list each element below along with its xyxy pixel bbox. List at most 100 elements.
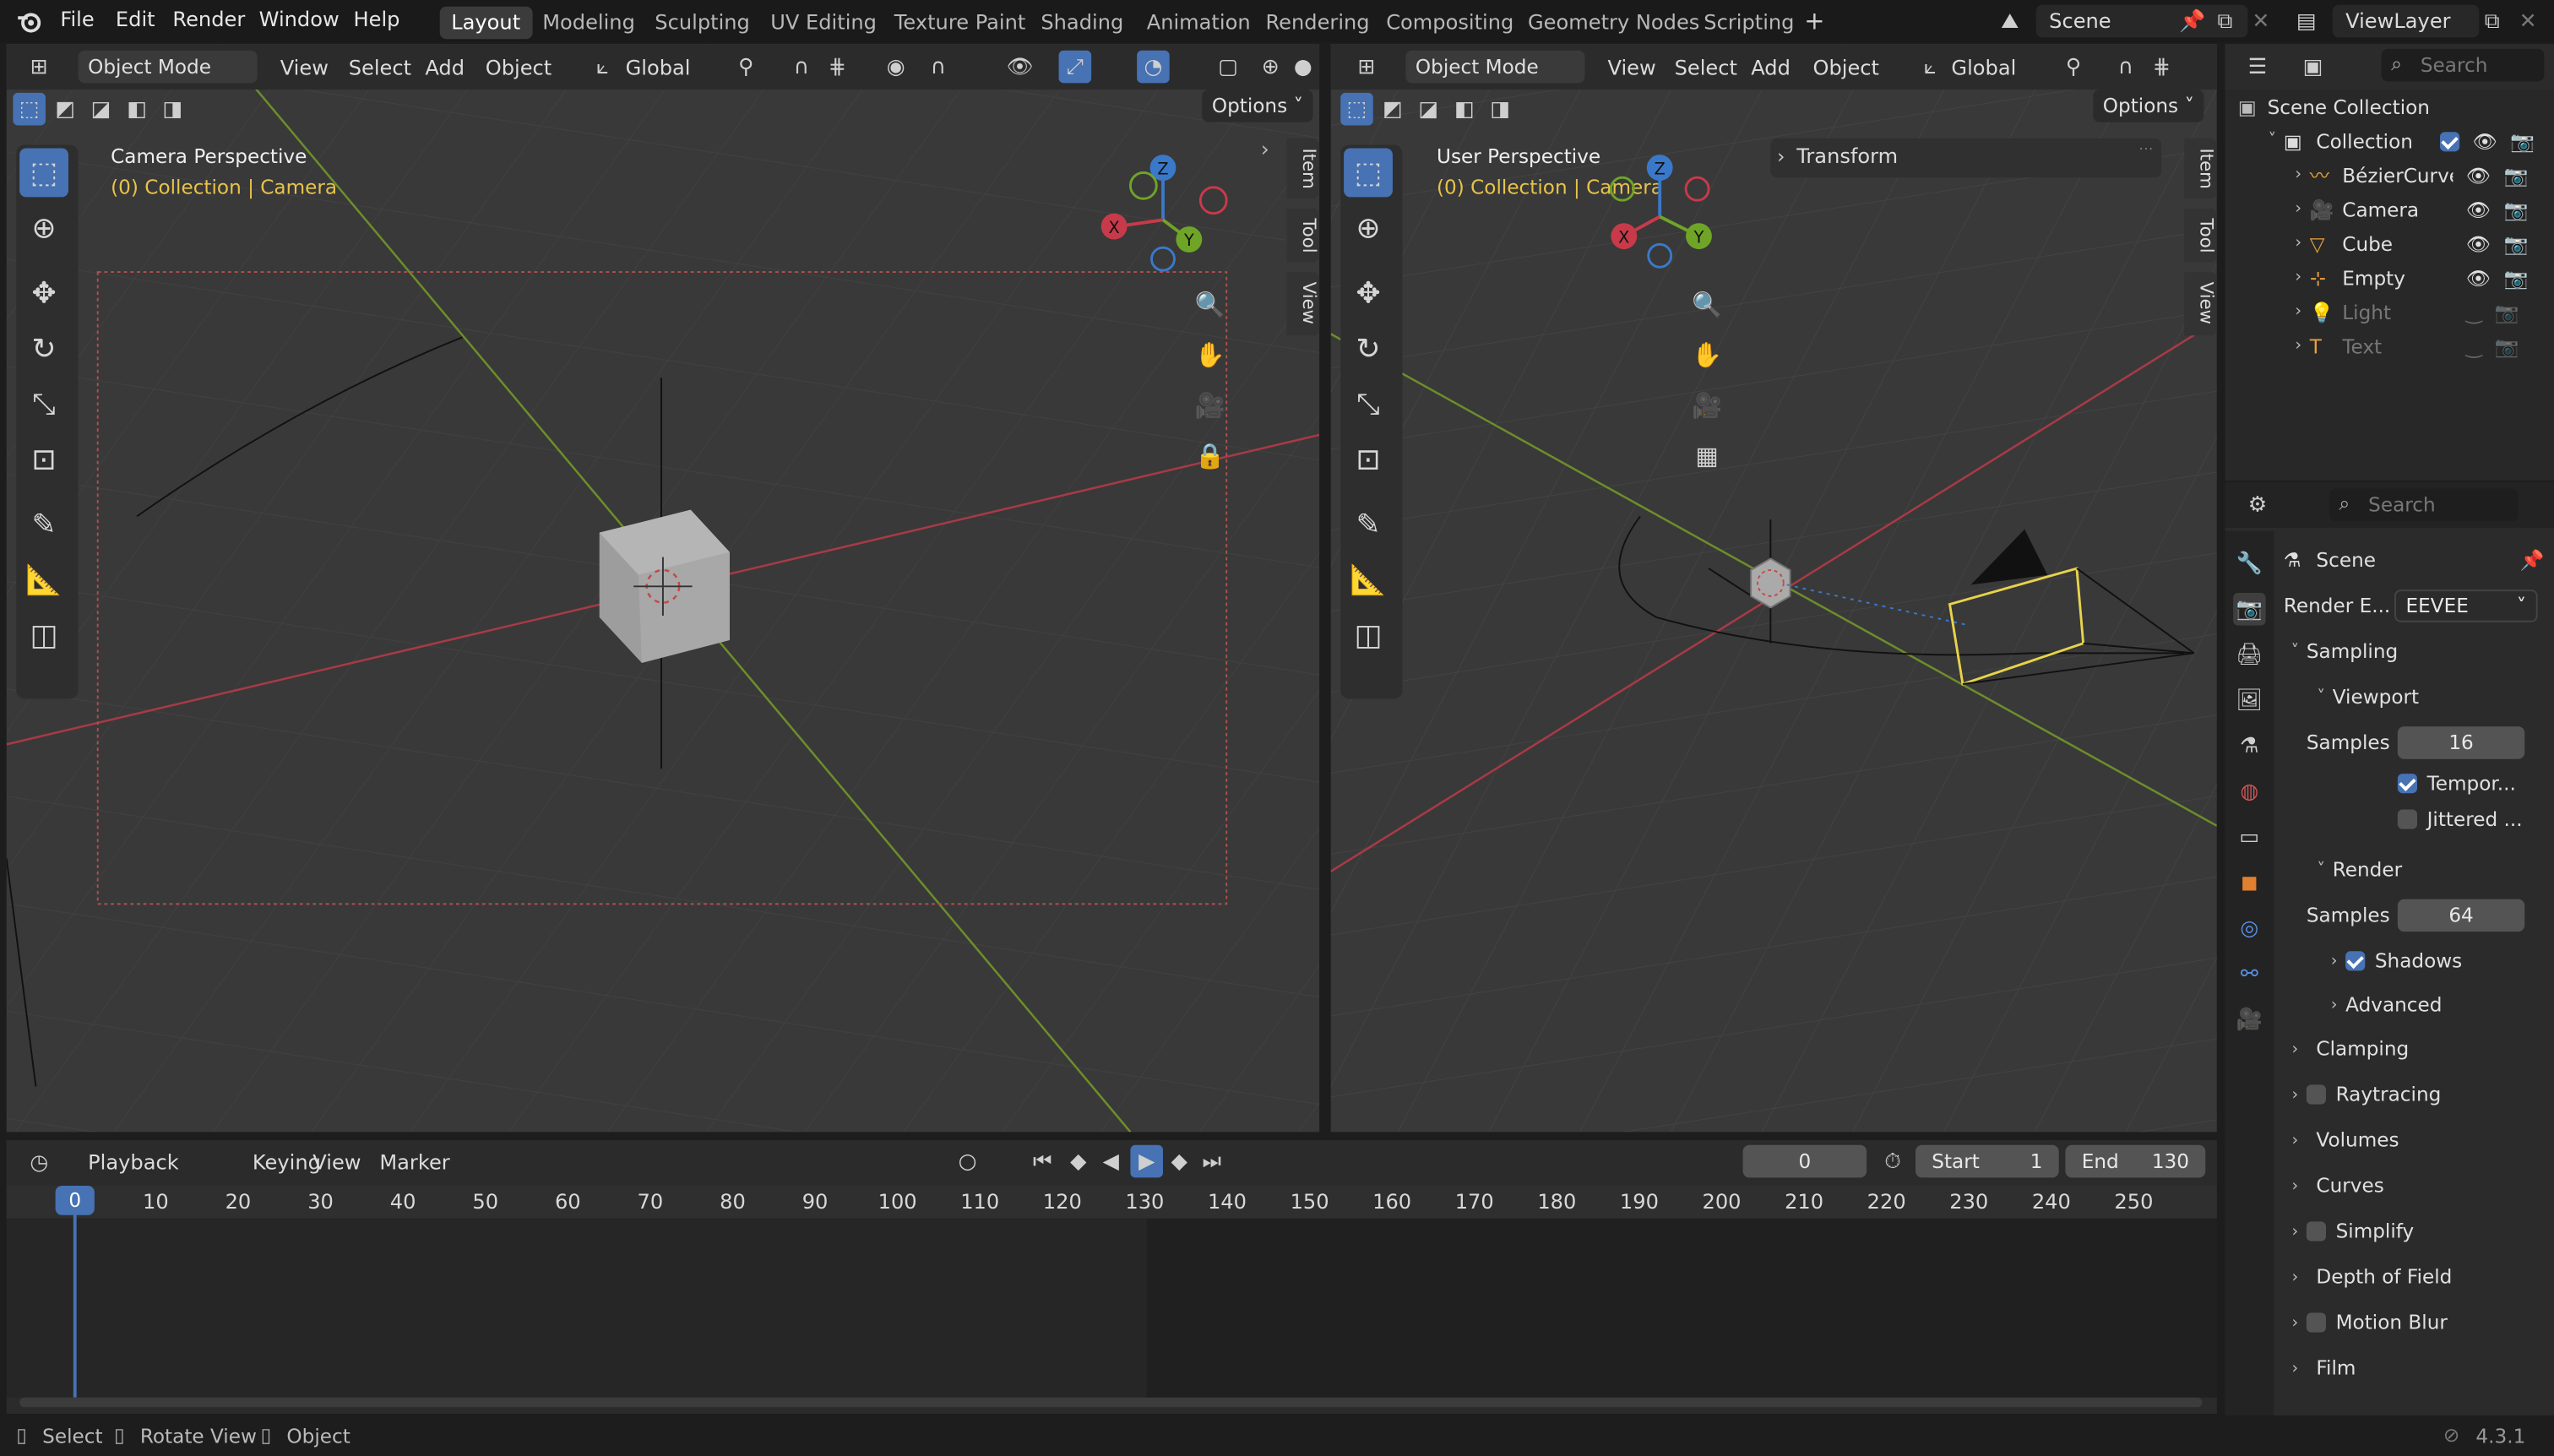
advanced-subsection[interactable]: › Advanced xyxy=(2284,984,2545,1026)
sidebar-expand-icon[interactable]: › xyxy=(1261,139,1269,163)
output-tab-icon[interactable]: 🖨 xyxy=(2233,638,2266,671)
chevron-right-icon[interactable]: › xyxy=(2287,303,2310,321)
menu-help[interactable]: Help xyxy=(353,7,399,31)
viewlayer-icon[interactable]: ▤ xyxy=(2290,5,2323,38)
collection-tab-icon[interactable]: ▭ xyxy=(2233,821,2266,854)
cursor-tool-icon[interactable]: ⊕ xyxy=(1340,200,1396,256)
select-menu[interactable]: Select xyxy=(349,56,411,80)
tab-view[interactable]: View xyxy=(1286,272,1320,335)
drag-handle-icon[interactable]: ⋯ xyxy=(2138,142,2153,158)
editor-type-icon[interactable]: ☰ xyxy=(2242,51,2274,84)
render-engine-dropdown[interactable]: EEVEE ˅ xyxy=(2394,589,2538,622)
measure-tool-icon[interactable]: 📐 xyxy=(1340,552,1396,608)
tab-layout[interactable]: Layout xyxy=(439,6,532,40)
section-clamping[interactable]: › Clamping xyxy=(2284,1026,2545,1072)
tab-modeling[interactable]: Modeling xyxy=(531,7,647,40)
tab-animation[interactable]: Animation xyxy=(1135,7,1262,40)
section-curves[interactable]: › Curves xyxy=(2284,1163,2545,1209)
perspective-grid-icon[interactable]: ▦ xyxy=(1687,437,1726,475)
tree-row-object[interactable]: › ⊹ Empty 👁 📷 xyxy=(2238,261,2554,295)
tab-uv-editing[interactable]: UV Editing xyxy=(759,7,888,40)
pin-icon[interactable]: 📌 xyxy=(2520,549,2545,572)
object-menu[interactable]: Object xyxy=(486,56,552,80)
section-checkbox[interactable] xyxy=(2306,1084,2326,1105)
move-tool-icon[interactable]: ✥ xyxy=(1340,265,1396,321)
chevron-right-icon[interactable]: › xyxy=(2287,235,2310,253)
viewport-subsection[interactable]: ˅ Viewport xyxy=(2284,674,2545,720)
snap-icon[interactable]: ∩ xyxy=(785,51,818,84)
tab-rendering[interactable]: Rendering xyxy=(1254,7,1381,40)
options-dropdown[interactable]: Options ˅ xyxy=(1202,90,1313,122)
playback-menu[interactable]: Playback xyxy=(88,1150,179,1175)
menu-file[interactable]: File xyxy=(60,7,94,31)
view-menu[interactable]: View xyxy=(280,56,329,80)
select-intersect-icon[interactable]: ◨ xyxy=(156,93,189,126)
tool-tab-icon[interactable]: 🔧 xyxy=(2233,547,2266,580)
cursor-tool-icon[interactable]: ⊕ xyxy=(16,200,72,256)
tree-row-object[interactable]: › T Text ‿ 📷 xyxy=(2238,329,2554,363)
tree-row-scene-collection[interactable]: ▣ Scene Collection xyxy=(2238,90,2554,123)
eye-icon[interactable]: 👁 xyxy=(2466,232,2491,255)
jump-end-icon[interactable]: ⏭ xyxy=(1196,1145,1229,1178)
stopwatch-icon[interactable]: ⏱ xyxy=(1877,1145,1910,1178)
viewport-samples-field[interactable]: 16 xyxy=(2397,726,2525,759)
collection-checkbox[interactable] xyxy=(2439,131,2460,151)
view-menu[interactable]: View xyxy=(312,1150,361,1175)
menu-render[interactable]: Render xyxy=(172,7,245,31)
display-mode-icon[interactable]: ▣ xyxy=(2296,51,2329,84)
viewport-left[interactable]: ⊞ Object Mode View Select Add Object ⟀ G… xyxy=(6,44,1320,1133)
camera-render-icon[interactable]: 📷 xyxy=(2510,129,2535,152)
add-cube-tool-icon[interactable]: ◫ xyxy=(1340,607,1396,663)
delete-scene-icon[interactable]: ✕ xyxy=(2245,5,2278,38)
add-menu[interactable]: Add xyxy=(1751,56,1791,80)
viewlayer-selector[interactable]: ViewLayer xyxy=(2332,4,2480,38)
select-new-icon[interactable]: ⬚ xyxy=(13,92,46,126)
outliner-search[interactable]: ⌕ Search xyxy=(2381,48,2545,82)
scene-tab-icon[interactable]: ⚗ xyxy=(2233,730,2266,763)
record-icon[interactable]: ○ xyxy=(951,1145,984,1178)
select-intersect-icon[interactable]: ◨ xyxy=(1484,93,1517,126)
snap-target-icon[interactable]: ⋕ xyxy=(821,51,854,84)
pan-hand-icon[interactable]: ✋ xyxy=(1687,335,1726,374)
menu-window[interactable]: Window xyxy=(259,7,340,31)
editor-type-icon[interactable]: ⚙ xyxy=(2242,489,2274,522)
tree-row-object[interactable]: › ▽ Cube 👁 📷 xyxy=(2238,226,2554,260)
temporal-checkbox[interactable] xyxy=(2397,774,2417,794)
camera-render-icon[interactable]: 📷 xyxy=(2495,301,2519,323)
editor-type-icon[interactable]: ◷ xyxy=(23,1147,56,1180)
add-menu[interactable]: Add xyxy=(425,56,465,80)
scale-tool-icon[interactable]: ⤡ xyxy=(1340,376,1396,432)
chevron-down-icon[interactable]: ˅ xyxy=(2261,132,2284,149)
eye-closed-icon[interactable]: ‿ xyxy=(2466,301,2482,323)
nav-gizmo-right[interactable]: Z X Y xyxy=(1601,151,1738,288)
lock-icon[interactable]: 🔒 xyxy=(1191,437,1230,475)
select-extend-icon[interactable]: ◩ xyxy=(1377,93,1410,126)
rotate-tool-icon[interactable]: ↻ xyxy=(1340,321,1396,377)
chevron-right-icon[interactable]: › xyxy=(2287,200,2310,218)
select-invert-icon[interactable]: ◧ xyxy=(121,93,154,126)
timeline-inactive-range[interactable] xyxy=(1146,1218,2217,1398)
tab-scripting[interactable]: Scripting xyxy=(1693,7,1806,40)
measure-tool-icon[interactable]: 📐 xyxy=(16,552,72,608)
next-keyframe-icon[interactable]: ◆ xyxy=(1163,1145,1196,1178)
object-tab-icon[interactable]: ◼ xyxy=(2233,867,2266,899)
section-checkbox[interactable] xyxy=(2306,1221,2326,1241)
overlay-toggle-icon[interactable]: ◔ xyxy=(1137,50,1170,84)
properties-search[interactable]: ⌕ Search xyxy=(2328,488,2519,522)
select-extend-icon[interactable]: ◩ xyxy=(49,93,82,126)
eye-icon[interactable]: 👁 xyxy=(2466,164,2491,187)
jump-start-icon[interactable]: ⏮ xyxy=(1026,1145,1059,1178)
tree-row-object[interactable]: › 🎥 Camera 👁 📷 xyxy=(2238,193,2554,226)
tab-tool[interactable]: Tool xyxy=(1286,208,1320,263)
snap-target-icon[interactable]: ⋕ xyxy=(2145,51,2178,84)
add-cube-tool-icon[interactable]: ◫ xyxy=(16,607,72,663)
select-menu[interactable]: Select xyxy=(1675,56,1737,80)
section-checkbox[interactable] xyxy=(2306,1312,2326,1333)
chevron-right-icon[interactable]: › xyxy=(2287,166,2310,184)
pivot-icon[interactable]: ⚲ xyxy=(2057,51,2090,84)
tab-sculpting[interactable]: Sculpting xyxy=(644,7,762,40)
pan-hand-icon[interactable]: ✋ xyxy=(1191,335,1230,374)
camera-view-icon[interactable]: 🎥 xyxy=(1191,386,1230,425)
timeline-scrollbar[interactable] xyxy=(19,1397,2203,1408)
eye-icon[interactable]: 👁 xyxy=(2473,129,2497,152)
